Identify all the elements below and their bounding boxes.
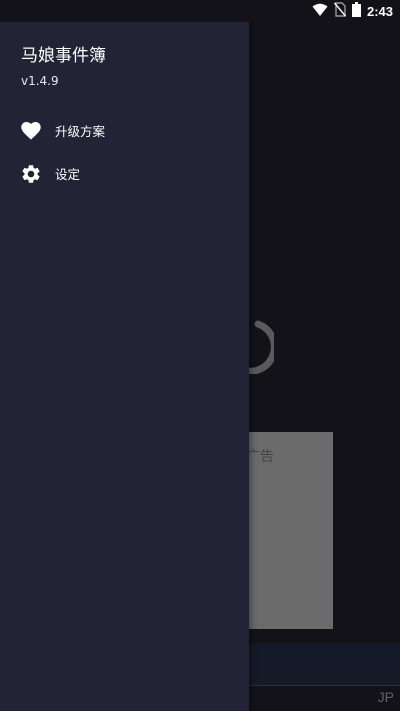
status-icons: 2:43 [312, 2, 393, 20]
wifi-icon [312, 3, 328, 20]
bottom-divider [249, 685, 400, 686]
status-bar: 2:43 [0, 0, 400, 22]
language-label[interactable]: JP [378, 689, 394, 705]
app-title: 马娘事件簿 [21, 46, 106, 66]
app-version: v1.4.9 [21, 74, 59, 88]
menu-item-upgrade[interactable]: 升级方案 [0, 109, 249, 152]
menu-item-label: 设定 [55, 167, 81, 182]
heart-icon [19, 119, 42, 142]
drawer-header: 马娘事件簿 v1.4.9 [0, 22, 249, 89]
status-time: 2:43 [366, 3, 393, 19]
ad-label: 广告 [246, 449, 274, 465]
battery-icon [351, 2, 361, 20]
drawer-menu: 升级方案 设定 [0, 109, 249, 195]
menu-item-settings[interactable]: 设定 [0, 152, 249, 195]
navigation-drawer: 马娘事件簿 v1.4.9 升级方案 设定 [0, 22, 249, 711]
gear-icon [19, 162, 42, 185]
ad-placeholder[interactable]: 广告 [240, 432, 333, 629]
menu-item-label: 升级方案 [55, 124, 106, 139]
no-sim-icon [333, 2, 347, 20]
bottom-bar [249, 643, 400, 685]
screen: 2:43 广告 JP 马娘事件簿 v1.4.9 升级方案 设定 [0, 0, 400, 711]
